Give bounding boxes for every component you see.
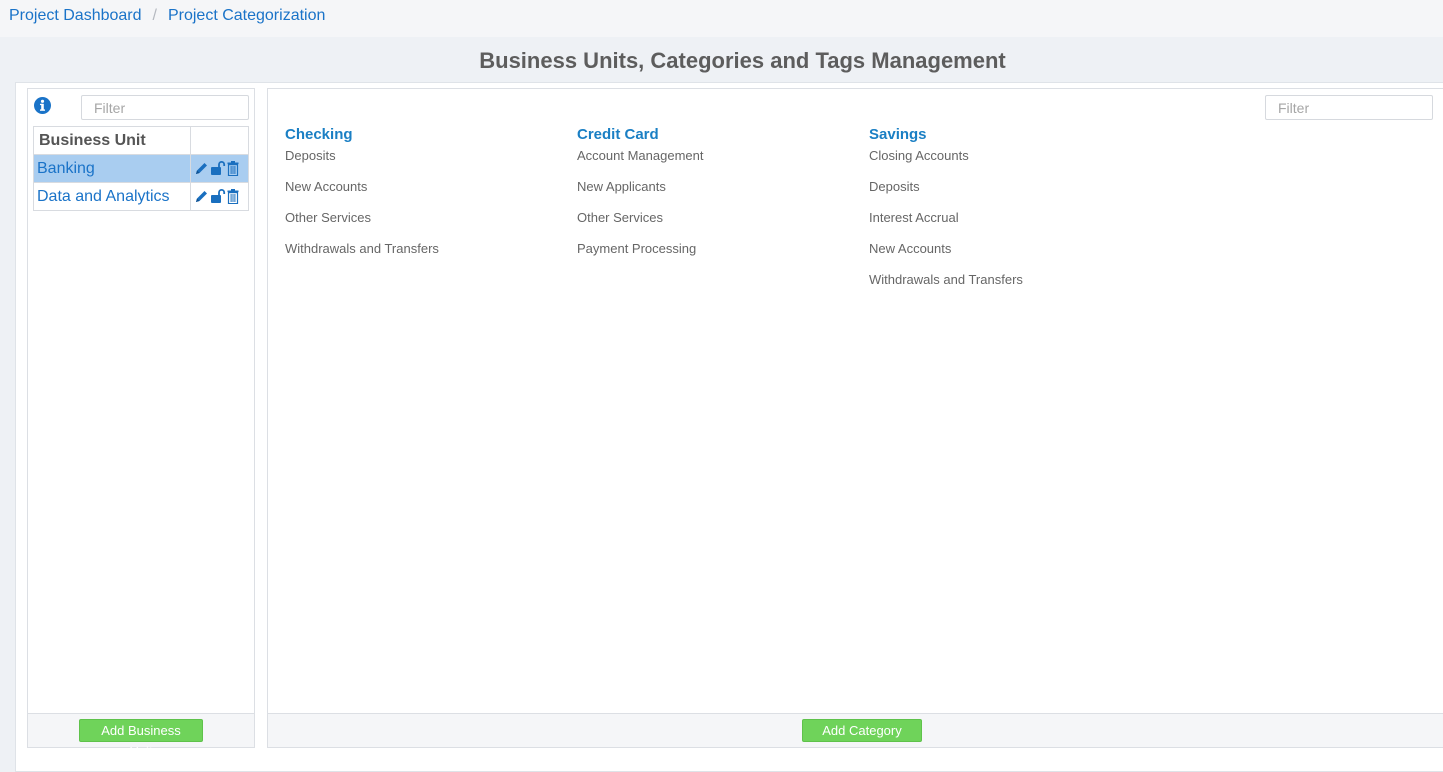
business-unit-table: Business Unit Banking Data and Analytics (33, 126, 249, 211)
business-unit-name[interactable]: Data and Analytics (33, 182, 191, 211)
breadcrumb-separator: / (152, 7, 157, 24)
info-icon[interactable] (34, 97, 51, 114)
add-category-button[interactable]: Add Category (802, 719, 922, 742)
tag-item[interactable]: Payment Processing (577, 242, 847, 273)
unlock-icon[interactable] (210, 188, 226, 204)
edit-icon[interactable] (194, 189, 209, 204)
tag-item[interactable]: Interest Accrual (869, 211, 1139, 242)
row-actions (190, 182, 249, 211)
tag-item[interactable]: New Applicants (577, 180, 847, 211)
add-business-unit-button[interactable]: Add Business Unit (79, 719, 203, 759)
category-title[interactable]: Savings (869, 126, 1139, 143)
tag-item[interactable]: Deposits (869, 180, 1139, 211)
category-title[interactable]: Credit Card (577, 126, 847, 143)
category-title[interactable]: Checking (285, 126, 555, 143)
unlock-icon[interactable] (210, 160, 226, 176)
category-panel-footer: Add Category (268, 713, 1443, 747)
trash-icon[interactable] (227, 188, 239, 204)
tag-item[interactable]: Withdrawals and Transfers (285, 242, 555, 273)
tag-item[interactable]: New Accounts (869, 242, 1139, 273)
business-unit-name[interactable]: Banking (33, 154, 191, 183)
business-unit-panel-footer: Add Business Unit (28, 713, 254, 759)
breadcrumb-project-dashboard[interactable]: Project Dashboard (9, 7, 142, 24)
tag-item[interactable]: Withdrawals and Transfers (869, 273, 1139, 304)
category-column-savings: Savings Closing Accounts Deposits Intere… (869, 126, 1139, 304)
page-title: Business Units, Categories and Tags Mana… (479, 48, 1006, 73)
business-unit-panel: Business Unit Banking (27, 88, 255, 759)
category-column-checking: Checking Deposits New Accounts Other Ser… (285, 126, 555, 273)
table-row[interactable]: Data and Analytics (33, 182, 249, 211)
tag-item[interactable]: Deposits (285, 149, 555, 180)
business-unit-filter-input[interactable] (81, 95, 249, 120)
tag-item[interactable]: Closing Accounts (869, 149, 1139, 180)
actions-column-header (190, 126, 249, 155)
category-panel: Checking Deposits New Accounts Other Ser… (267, 88, 1443, 748)
tag-item[interactable]: New Accounts (285, 180, 555, 211)
row-actions (190, 154, 249, 183)
category-filter-input[interactable] (1265, 95, 1433, 120)
edit-icon[interactable] (194, 161, 209, 176)
table-row[interactable]: Banking (33, 154, 249, 183)
trash-icon[interactable] (227, 160, 239, 176)
business-unit-column-header: Business Unit (33, 126, 191, 155)
category-column-credit-card: Credit Card Account Management New Appli… (577, 126, 847, 273)
tag-item[interactable]: Other Services (285, 211, 555, 242)
tag-item[interactable]: Other Services (577, 211, 847, 242)
breadcrumb-project-categorization[interactable]: Project Categorization (168, 7, 325, 24)
breadcrumb: Project Dashboard / Project Categorization (0, 0, 1443, 37)
tag-item[interactable]: Account Management (577, 149, 847, 180)
